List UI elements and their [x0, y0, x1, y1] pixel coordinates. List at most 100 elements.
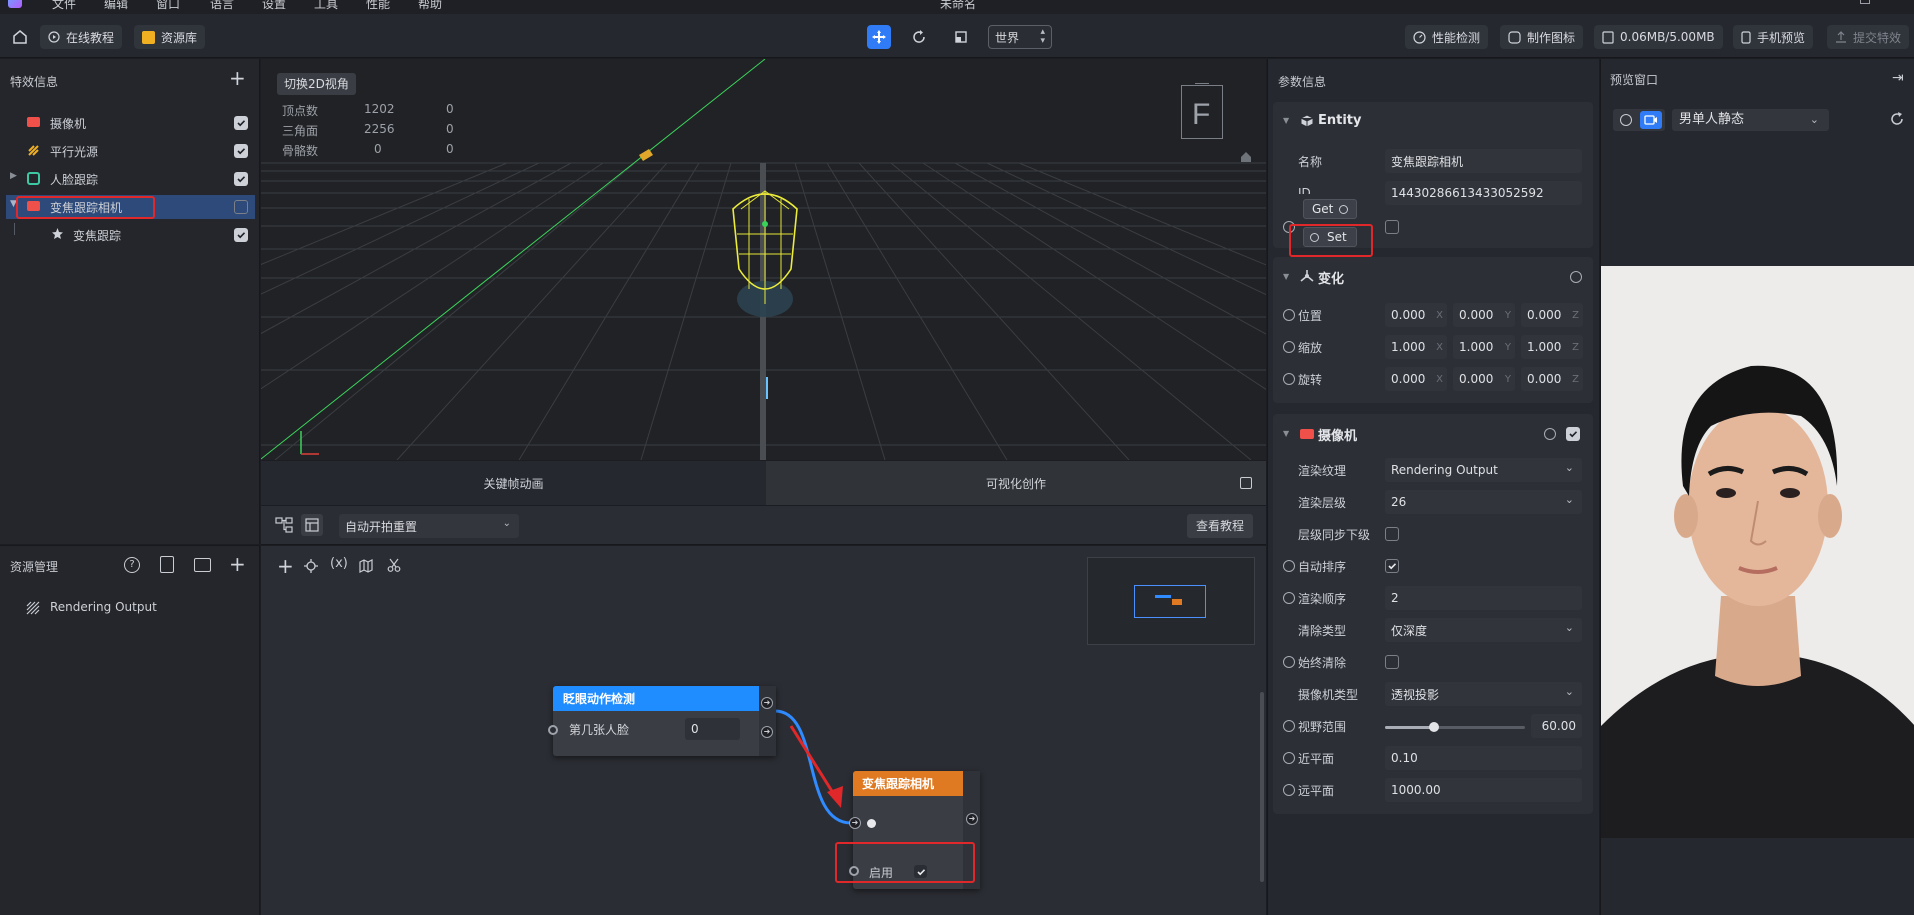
orientation-gizmo[interactable]: F [1181, 83, 1223, 139]
move-tool-icon[interactable] [867, 25, 891, 49]
submit-effect-button[interactable]: 提交特效 [1827, 25, 1910, 49]
menu-tools[interactable]: 工具 [314, 0, 338, 12]
rotation-x-input[interactable]: 0.000 X [1385, 367, 1447, 391]
tree-item-face-tracking[interactable]: ▶ 人脸跟踪 [0, 167, 255, 191]
video-mode-icon[interactable] [1640, 111, 1662, 129]
visibility-checkbox[interactable] [234, 144, 248, 158]
camera-enabled-checkbox[interactable] [1566, 427, 1580, 441]
make-icon-button[interactable]: 制作图标 [1500, 25, 1584, 49]
rotate-tool-icon[interactable] [910, 28, 928, 46]
collapse-arrow-icon[interactable]: ▼ [1283, 116, 1289, 125]
tree-item-directional-light[interactable]: 平行光源 [0, 139, 255, 163]
exec-out-port[interactable]: ➜ [761, 697, 773, 709]
expand-arrow-icon[interactable]: ▶ [10, 171, 17, 181]
keyframe-icon[interactable] [1283, 560, 1295, 572]
tree-item-camera[interactable]: 摄像机 [0, 111, 255, 135]
node-tree-icon[interactable] [275, 516, 293, 534]
help-icon[interactable]: ? [124, 557, 140, 573]
add-component-icon[interactable] [1570, 271, 1582, 283]
exec-out-port[interactable]: ➜ [761, 726, 773, 738]
input-port[interactable] [548, 725, 558, 735]
scale-z-input[interactable]: 1.000 Z [1521, 335, 1583, 359]
menu-settings[interactable]: 设置 [262, 0, 286, 12]
collapse-arrow-icon[interactable]: ▼ [1283, 429, 1289, 438]
home-icon[interactable] [11, 28, 29, 46]
menu-performance[interactable]: 性能 [366, 0, 390, 12]
always-clear-checkbox[interactable] [1385, 655, 1399, 669]
add-component-icon[interactable] [1544, 428, 1556, 440]
visibility-checkbox[interactable] [234, 200, 248, 214]
exec-in-port[interactable]: ➜ [849, 817, 861, 829]
fov-slider-thumb[interactable] [1429, 722, 1439, 732]
new-folder-icon[interactable] [194, 558, 211, 572]
keyframe-icon[interactable] [1283, 656, 1295, 668]
refresh-icon[interactable] [1889, 111, 1905, 127]
exec-out-port[interactable]: ➜ [966, 813, 978, 825]
face-index-input[interactable]: 0 [685, 718, 740, 740]
render-order-input[interactable]: 2 [1385, 586, 1582, 610]
near-plane-input[interactable]: 0.10 [1385, 746, 1582, 770]
asset-item[interactable]: Rendering Output [0, 596, 255, 620]
tab-keyframe-animation[interactable]: 关键帧动画 [261, 461, 766, 505]
menu-file[interactable]: 文件 [52, 0, 76, 12]
camera-mode-icon[interactable] [1620, 114, 1632, 126]
menu-edit[interactable]: 编辑 [104, 0, 128, 12]
preview-model-select[interactable]: 男单人静态 ⌄ [1672, 109, 1829, 131]
tab-visual-scripting[interactable]: 可视化创作 [766, 461, 1266, 505]
visibility-checkbox[interactable] [234, 228, 248, 242]
position-z-input[interactable]: 0.000 Z [1521, 303, 1583, 327]
add-asset-icon[interactable]: + [229, 552, 246, 576]
rotation-y-input[interactable]: 0.000 Y [1453, 367, 1515, 391]
visibility-checkbox[interactable] [234, 116, 248, 130]
rotation-z-input[interactable]: 0.000 Z [1521, 367, 1583, 391]
layer-sync-checkbox[interactable] [1385, 527, 1399, 541]
scale-tool-icon[interactable] [952, 28, 970, 46]
get-node-button[interactable]: Get [1303, 199, 1357, 219]
keyframe-icon[interactable] [1283, 592, 1295, 604]
visibility-checkbox[interactable] [234, 172, 248, 186]
home-view-icon[interactable] [1240, 151, 1252, 163]
switch-2d-view-button[interactable]: 切换2D视角 [277, 73, 356, 95]
auto-sort-checkbox[interactable] [1385, 559, 1399, 573]
blink-detection-node[interactable]: 眨眼动作检测 第几张人脸 0 ➜ ➜ [548, 686, 776, 756]
collapse-panel-icon[interactable]: ⇥ [1892, 70, 1904, 86]
window-restore-icon[interactable] [1860, 0, 1870, 4]
performance-check-button[interactable]: 性能检测 [1405, 25, 1489, 49]
keyframe-icon[interactable] [1283, 373, 1295, 385]
layout-panel-icon[interactable] [301, 514, 323, 536]
menu-window[interactable]: 窗口 [156, 0, 180, 12]
asset-library-button[interactable]: 资源库 [134, 25, 206, 49]
online-tutorial-button[interactable]: 在线教程 [40, 25, 123, 49]
clear-type-select[interactable]: 仅深度 ⌄ [1385, 618, 1582, 642]
scale-y-input[interactable]: 1.000 Y [1453, 335, 1515, 359]
entity-checkbox[interactable] [1385, 220, 1399, 234]
position-x-input[interactable]: 0.000 X [1385, 303, 1447, 327]
vertical-scrollbar[interactable] [1260, 692, 1264, 882]
scene-viewport[interactable]: 切换2D视角 顶点数 1202 0 三角面 2256 0 骨骼数 0 0 F [261, 59, 1266, 460]
entity-name-input[interactable]: 变焦跟踪相机 [1385, 149, 1582, 173]
collapse-arrow-icon[interactable]: ▼ [1283, 272, 1289, 281]
render-texture-select[interactable]: Rendering Output ⌄ [1385, 458, 1582, 482]
keyframe-icon[interactable] [1283, 341, 1295, 353]
render-layer-select[interactable]: 26 ⌄ [1385, 490, 1582, 514]
camera-type-select[interactable]: 透视投影 ⌄ [1385, 682, 1582, 706]
menu-language[interactable]: 语言 [210, 0, 234, 12]
phone-preview-button[interactable]: 手机预览 [1733, 25, 1814, 49]
position-y-input[interactable]: 0.000 Y [1453, 303, 1515, 327]
reset-mode-select[interactable]: 自动开拍重置 ⌄ [339, 514, 519, 538]
add-effect-icon[interactable]: + [229, 68, 246, 88]
far-plane-input[interactable]: 1000.00 [1385, 778, 1582, 802]
import-file-icon[interactable] [160, 556, 174, 573]
keyframe-icon[interactable] [1283, 309, 1295, 321]
keyframe-icon[interactable] [1283, 720, 1295, 732]
maximize-icon[interactable] [1240, 477, 1252, 489]
fov-input[interactable]: 60.00 [1531, 714, 1582, 738]
keyframe-icon[interactable] [1283, 784, 1295, 796]
keyframe-icon[interactable] [1283, 752, 1295, 764]
view-tutorial-button[interactable]: 查看教程 [1187, 514, 1254, 538]
scale-x-input[interactable]: 1.000 X [1385, 335, 1447, 359]
node-graph-canvas[interactable]: + (x) 眨眼动作检测 第几张人脸 0 ➜ ➜ 变焦跟踪相机 ➜ ➜ 启用 [261, 546, 1266, 915]
fov-slider[interactable] [1385, 722, 1525, 732]
menu-help[interactable]: 帮助 [418, 0, 442, 12]
coordinate-space-select[interactable]: 世界 ▴ ▾ [988, 25, 1052, 49]
